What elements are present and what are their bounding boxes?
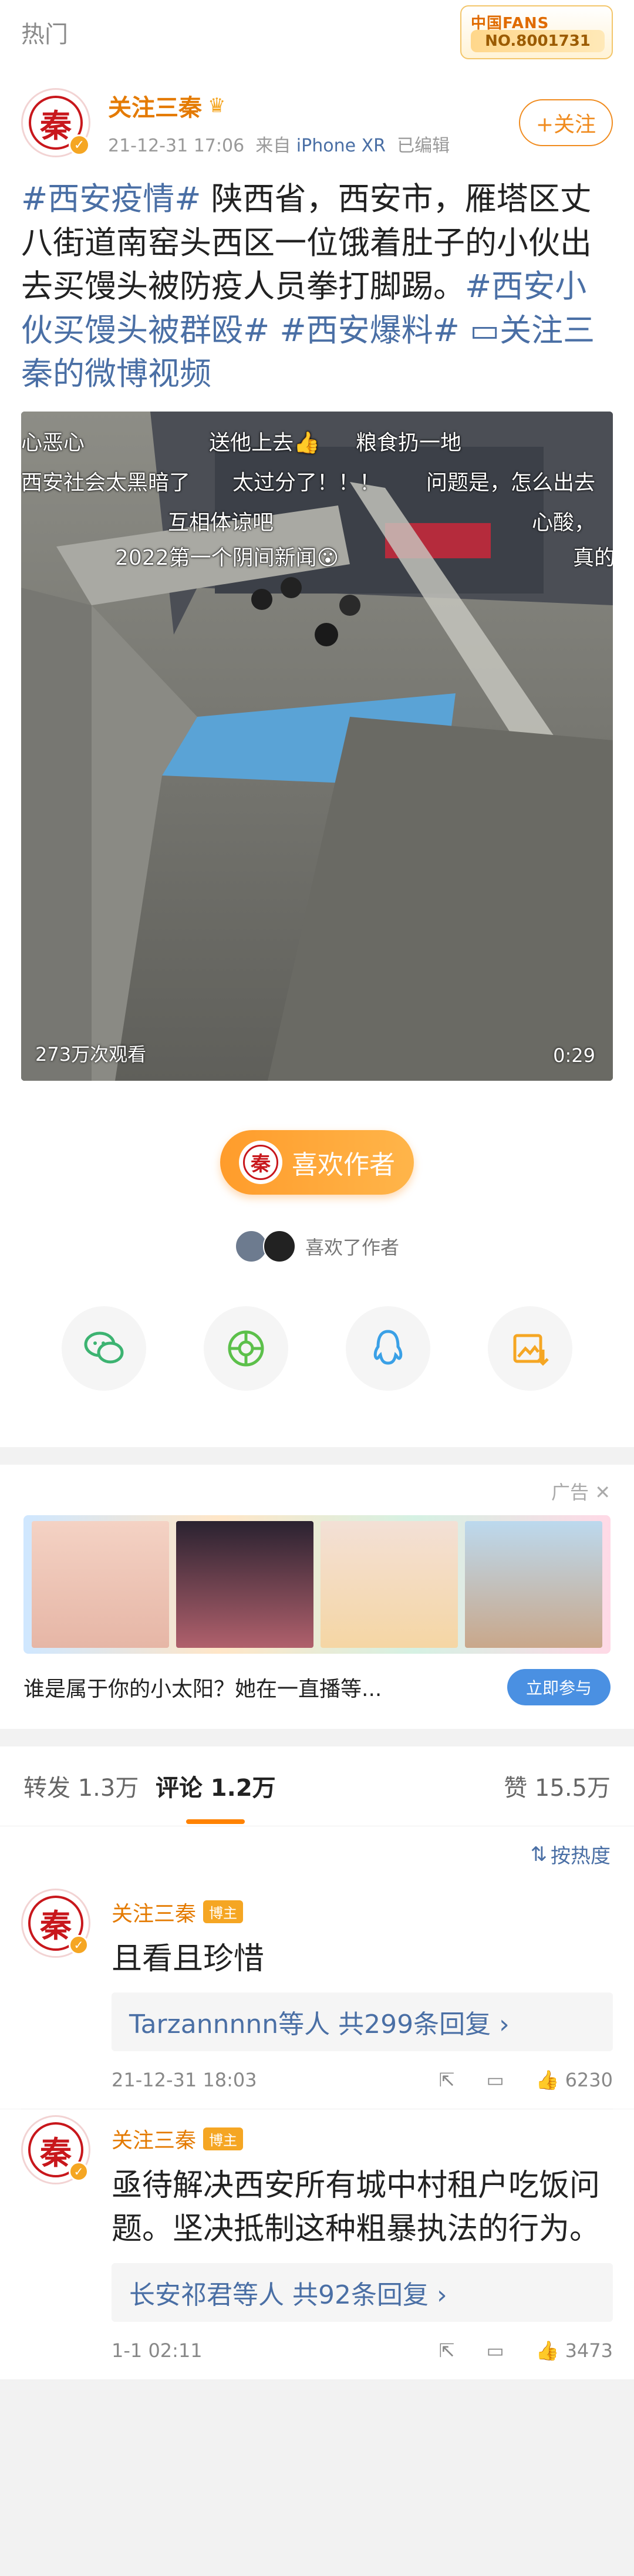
danmaku-8: 心酸，	[532, 510, 596, 535]
comment-like-count: 6230	[565, 2069, 613, 2092]
hashtag-xian-news[interactable]: #西安爆料#	[269, 312, 460, 349]
fans-badge-number: NO.8001731	[471, 30, 605, 52]
comment-replies-link[interactable]: 长安祁君等人 共92条回复 ›	[112, 2263, 613, 2322]
like-author-avatar: 秦	[239, 1140, 282, 1184]
author-name[interactable]: 关注三秦	[108, 89, 202, 123]
ad-text: 谁是属于你的小太阳？她在一直播等...	[23, 1677, 382, 1701]
sort-icon: ⇅	[530, 1842, 548, 1866]
hashtag-xian-epidemic[interactable]: #西安疫情#	[21, 180, 201, 217]
like-author-seal: 秦	[243, 1144, 278, 1180]
danmaku-10: 真的	[573, 545, 613, 570]
comment-item: 秦 ✓ 关注三秦 博主 亟待解决西安所有城中村租户吃饭问题。坚决抵制这种粗暴执法…	[0, 2109, 634, 2380]
post-time: 21-12-31 17:06	[108, 136, 245, 156]
danmaku-3: 粮食扔一地	[356, 430, 462, 455]
verified-badge-icon: ✓	[69, 1934, 89, 1955]
thumbs-up-icon: 👍	[535, 2339, 559, 2362]
source-prefix: 来自	[255, 136, 291, 156]
comment-like-button[interactable]: 👍 3473	[536, 2339, 613, 2362]
post-device[interactable]: iPhone XR	[296, 136, 386, 156]
commenter-name[interactable]: 关注三秦	[112, 1897, 196, 1927]
danmaku-5: 太过分了！！！	[232, 470, 381, 495]
edited-label[interactable]: 已编辑	[397, 136, 450, 156]
comment-like-count: 3473	[565, 2339, 613, 2362]
comment-time: 21-12-31 18:03	[112, 2069, 257, 2092]
author-badge: 博主	[203, 2127, 244, 2150]
top-bar: 热门 中国FANS NO.8001731	[0, 0, 634, 65]
ad-photo-2	[176, 1520, 313, 1648]
danmaku-6: 问题是，怎么出去	[426, 470, 596, 495]
reply-icon[interactable]: ▭	[486, 2069, 504, 2091]
fans-badge[interactable]: 中国FANS NO.8001731	[460, 5, 613, 59]
comment-item: 秦 ✓ 关注三秦 博主 且看且珍惜 Tarzannnnn等人 共299条回复 ›…	[0, 1882, 634, 2109]
crown-icon: ♛	[208, 94, 226, 117]
comment-text: 且看且珍惜	[112, 1941, 265, 1977]
close-icon[interactable]: ✕	[595, 1481, 611, 1503]
ad-tag[interactable]: 广告 ✕	[23, 1478, 611, 1505]
qq-icon[interactable]	[346, 1306, 430, 1391]
tab-repost[interactable]: 转发 1.3万	[23, 1769, 139, 1803]
sort-button[interactable]: 按热度	[551, 1840, 611, 1869]
video-duration: 0:29	[553, 1044, 595, 1067]
danmaku-1: 心恶心	[21, 430, 85, 455]
post-text: #西安疫情# 陕西省，西安市，雁塔区丈八街道南窑头西区一位饿着肚子的小伙出去买馒…	[21, 177, 613, 396]
follow-button[interactable]: +关注	[519, 99, 613, 146]
reply-icon[interactable]: ▭	[486, 2339, 504, 2362]
commenter-avatar[interactable]: 秦 ✓	[21, 1888, 90, 1958]
commenter-avatar[interactable]: 秦 ✓	[21, 2115, 90, 2185]
comment-replies-link[interactable]: Tarzannnnn等人 共299条回复 ›	[112, 1992, 613, 2052]
ad-banner[interactable]	[23, 1515, 611, 1654]
save-image-icon[interactable]	[488, 1306, 572, 1391]
post-meta: 21-12-31 17:06 来自 iPhone XR 已编辑	[108, 131, 519, 157]
liked-by-label: 喜欢了作者	[305, 1236, 399, 1259]
author-avatar[interactable]: 秦 ✓	[21, 88, 90, 157]
ad-card[interactable]: 广告 ✕ 谁是属于你的小太阳？她在一直播等... 立即参与	[0, 1464, 634, 1729]
interaction-tabs: 转发 1.3万 评论 1.2万 赞 15.5万	[0, 1746, 634, 1826]
video-player[interactable]: 心恶心 送他上去👍 粮食扔一地 西安社会太黑暗了 太过分了！！！ 问题是，怎么出…	[21, 411, 613, 1081]
repost-icon[interactable]: ⇱	[439, 2339, 455, 2362]
ad-photo-3	[321, 1520, 458, 1648]
sort-row: ⇅ 按热度	[0, 1826, 634, 1883]
video-views: 273万次观看	[35, 1043, 147, 1066]
comment-text: 亟待解决西安所有城中村租户吃饭问题。坚决抵制这种粗暴执法的行为。	[112, 2168, 601, 2247]
liked-by-row[interactable]: 喜欢了作者	[21, 1229, 613, 1263]
video-frame	[21, 411, 613, 1081]
share-row	[21, 1306, 613, 1424]
top-bar-label: 热门	[21, 21, 68, 48]
liker-avatar	[262, 1229, 296, 1263]
post-card: 秦 ✓ 关注三秦 ♛ 21-12-31 17:06 来自 iPhone XR 已…	[0, 65, 634, 1447]
ad-cta-button[interactable]: 立即参与	[507, 1668, 611, 1705]
author-badge: 博主	[203, 1900, 244, 1924]
ad-photo-1	[32, 1520, 169, 1648]
verified-badge-icon: ✓	[69, 2162, 89, 2182]
danmaku-2: 送他上去👍	[209, 430, 320, 455]
tab-comments[interactable]: 评论 1.2万	[156, 1769, 276, 1803]
danmaku-4: 西安社会太黑暗了	[21, 470, 191, 495]
like-author-button[interactable]: 秦 喜欢作者	[220, 1129, 414, 1195]
comment-like-button[interactable]: 👍 6230	[536, 2069, 613, 2091]
thumbs-up-icon: 👍	[535, 2069, 559, 2092]
moments-icon[interactable]	[204, 1306, 288, 1391]
danmaku-9: 2022第一个阴间新闻😮	[115, 545, 339, 570]
like-author-label: 喜欢作者	[292, 1149, 395, 1180]
repost-icon[interactable]: ⇱	[439, 2069, 455, 2091]
comment-time: 1-1 02:11	[112, 2339, 203, 2362]
author-row: 秦 ✓ 关注三秦 ♛ 21-12-31 17:06 来自 iPhone XR 已…	[21, 79, 613, 167]
ad-photo-4	[465, 1520, 602, 1648]
verified-badge-icon: ✓	[69, 134, 90, 156]
commenter-name[interactable]: 关注三秦	[112, 2123, 196, 2154]
section-gap	[0, 1447, 634, 1465]
ad-tag-label: 广告	[551, 1481, 589, 1503]
tab-likes[interactable]: 赞 15.5万	[504, 1769, 611, 1803]
danmaku-7: 互相体谅吧	[168, 510, 274, 535]
wechat-icon[interactable]	[62, 1306, 146, 1391]
